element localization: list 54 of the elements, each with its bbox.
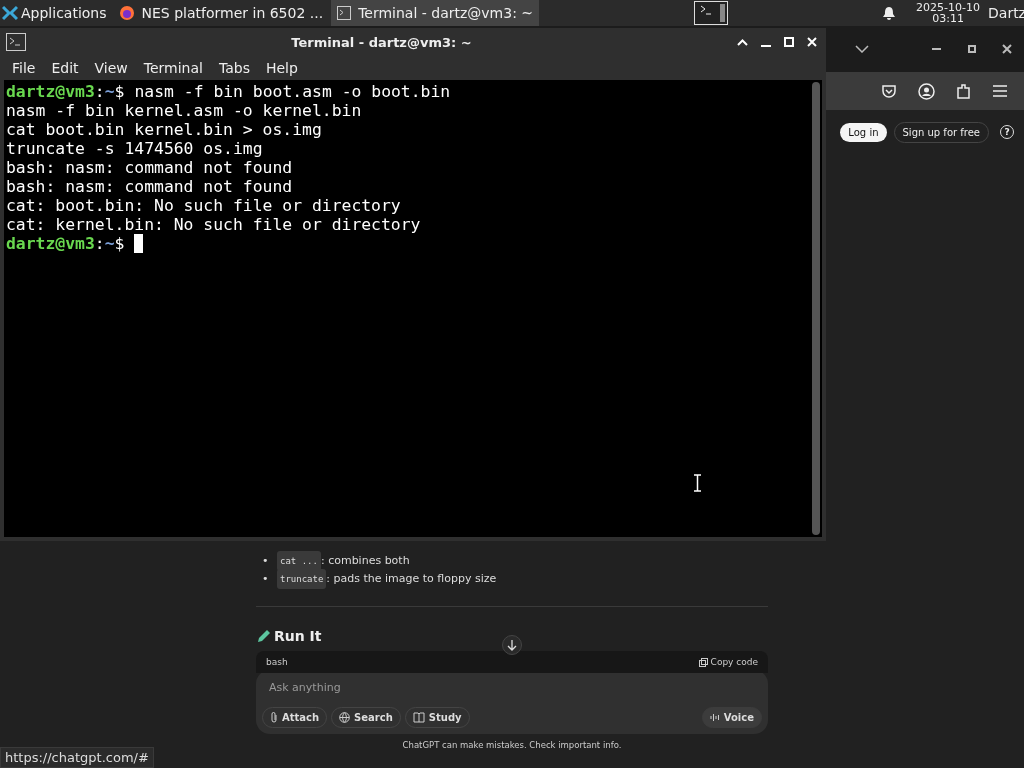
minimize-icon[interactable] (932, 47, 942, 51)
terminal-line: cat: kernel.bin: No such file or directory (6, 215, 422, 234)
menu-item[interactable]: Tabs (210, 60, 258, 76)
bullet-item: • truncate : pads the image to floppy size (262, 570, 768, 588)
window-title: Terminal - dartz@vm3: ~ (290, 34, 473, 50)
browser-icon (118, 5, 135, 21)
bullet-item: • cat ... : combines both (262, 552, 768, 570)
message-field[interactable]: Ask anything Attach Search Study Voice (256, 670, 768, 734)
terminal-line: dartz@vm3:~$ (6, 234, 808, 253)
copy-code-button[interactable]: Copy code (698, 657, 758, 667)
terminal-line: bash: nasm: command not found (6, 177, 294, 196)
globe-icon (339, 712, 351, 723)
message-input[interactable]: Ask anything (262, 678, 726, 697)
log-in-button[interactable]: Log in (840, 122, 887, 142)
code-language: bash (266, 657, 288, 667)
close-icon[interactable] (1002, 44, 1012, 54)
app-menu-icon (2, 5, 18, 21)
text-cursor-icon (693, 474, 702, 492)
menu-item[interactable]: View (86, 60, 136, 76)
menu-item[interactable]: Terminal (135, 60, 211, 76)
section-heading: Run It (274, 628, 322, 644)
scrollbar[interactable] (812, 82, 820, 535)
paperclip-icon (270, 712, 278, 723)
chevron-down-icon[interactable] (855, 45, 869, 53)
terminal-icon (337, 6, 352, 20)
notification-bell-icon[interactable] (882, 5, 897, 21)
maximize-icon[interactable] (968, 45, 976, 53)
menu-icon[interactable] (993, 85, 1007, 97)
menu-item[interactable]: File (4, 60, 44, 76)
menu-item[interactable]: Help (257, 60, 306, 76)
chevron-up-icon[interactable] (737, 38, 748, 46)
terminal-line: cat: boot.bin: No such file or directory (6, 196, 402, 215)
account-icon[interactable] (918, 82, 935, 100)
scroll-down-button[interactable] (502, 635, 522, 655)
pocket-icon[interactable] (881, 83, 897, 99)
pencil-icon (256, 628, 271, 644)
status-url: https://chatgpt.com/# (0, 747, 154, 768)
terminal-line: dartz@vm3:~$ nasm -f bin boot.asm -o boot.bin (6, 82, 452, 101)
copy-icon (698, 657, 708, 667)
waveform-icon (709, 713, 720, 722)
arrow-down-icon (507, 639, 517, 651)
terminal-line: nasm -f bin kernel.asm -o kernel.bin (6, 101, 363, 120)
terminal-line: bash: nasm: command not found (6, 158, 294, 177)
terminal-line: cat boot.bin kernel.bin > os.img (6, 120, 323, 139)
applications-menu[interactable]: Applications (0, 0, 111, 26)
terminal-icon (6, 33, 26, 51)
disclaimer: ChatGPT can make mistakes. Check important info. (401, 740, 623, 750)
voice-button[interactable]: Voice (701, 707, 762, 728)
clock[interactable]: 2025-10-10 03:11 (916, 2, 980, 24)
taskbar-task[interactable]: Terminal - dartz@vm3: ~ (331, 0, 540, 26)
book-icon (412, 712, 425, 723)
terminal-icon[interactable] (693, 1, 728, 25)
menu-item[interactable]: Edit (43, 60, 87, 76)
terminal-line: truncate -s 1474560 os.img (6, 139, 264, 158)
